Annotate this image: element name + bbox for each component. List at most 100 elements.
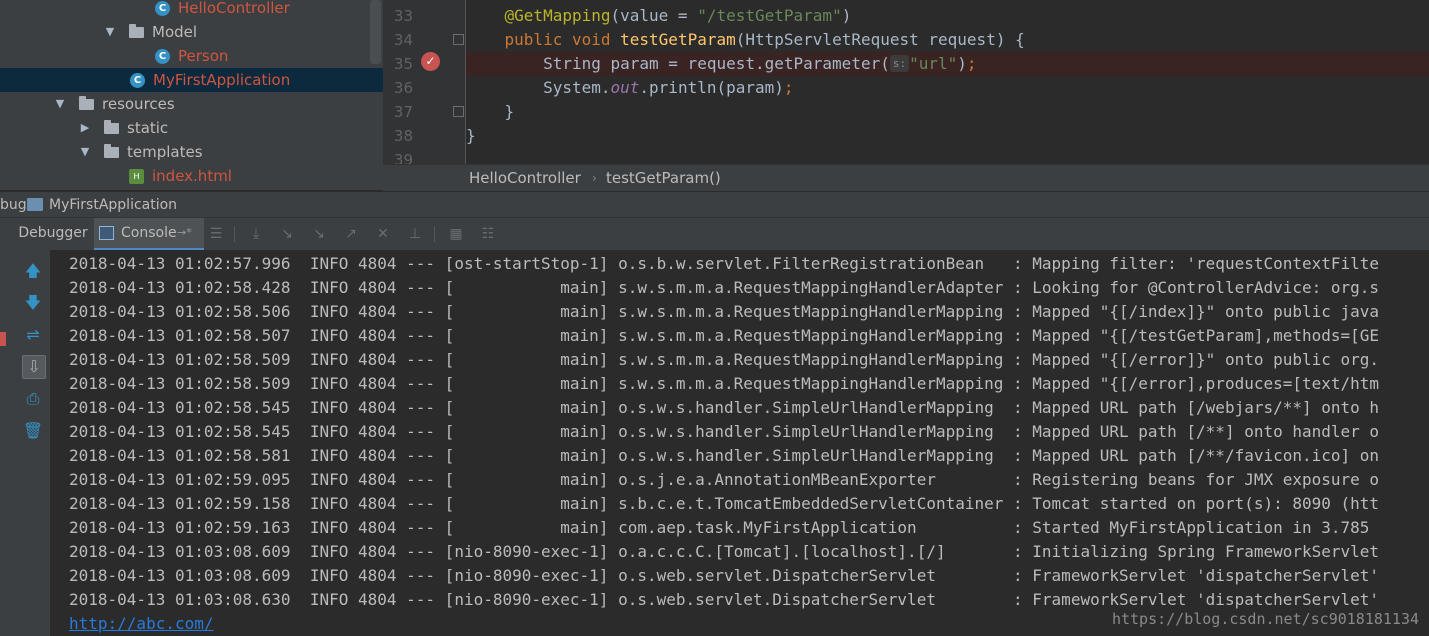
- tab-debugger[interactable]: Debugger: [14, 218, 92, 250]
- console-line: 2018-04-13 01:02:57.996 INFO 4804 --- [o…: [69, 254, 1380, 273]
- project-tree: C HelloController ▼ Model C Person C MyFirstApp…: [0, 0, 383, 190]
- editor-gutter: 33 34 35 36 37 38 39: [383, 0, 466, 169]
- line-number: 34: [393, 31, 413, 49]
- evaluate-expression-icon[interactable]: ▦: [447, 225, 465, 243]
- step-into-icon[interactable]: ↘: [278, 225, 296, 243]
- code-text: System.: [543, 78, 611, 97]
- up-arrow-icon[interactable]: 🡅: [22, 260, 44, 282]
- code-line-36: System.out.println(param);: [466, 76, 1429, 100]
- scroll-to-end-icon[interactable]: ⇩: [22, 355, 46, 379]
- tree-item-label: templates: [127, 143, 203, 161]
- line-number: 33: [393, 7, 413, 25]
- code-line-34: public void testGetParam(HttpServletRequ…: [466, 28, 1429, 52]
- fold-toggle-icon[interactable]: [453, 34, 464, 45]
- annotation: @GetMapping: [504, 6, 611, 25]
- line-number: 37: [393, 103, 413, 121]
- folder-icon: [79, 96, 94, 110]
- breadcrumb-class[interactable]: HelloController: [469, 165, 581, 191]
- tree-scrollbar[interactable]: [370, 0, 381, 64]
- debug-toolbar: Debugger Console →* ☰ ⤓ ↘ ↘ ↗ ✕ ⊥ ▦ ☷: [0, 217, 1429, 251]
- code-line-33: @GetMapping(value = "/testGetParam"): [466, 4, 1429, 28]
- breakpoint-check-icon[interactable]: ✓: [421, 52, 440, 71]
- drop-frame-icon[interactable]: ✕: [374, 225, 392, 243]
- string-literal: "/testGetParam": [697, 6, 842, 25]
- console-icon: [99, 226, 114, 240]
- tree-item[interactable]: ▼ Model: [0, 20, 383, 44]
- console-line: 2018-04-13 01:02:58.506 INFO 4804 --- [ …: [69, 302, 1380, 321]
- semicolon: ;: [783, 78, 794, 97]
- tree-item[interactable]: C MyFirstApplication: [0, 68, 383, 92]
- class-icon: C: [130, 73, 145, 88]
- expand-down-icon[interactable]: ▼: [104, 20, 116, 44]
- tab-console[interactable]: Console →*: [94, 218, 204, 250]
- code-text: String param = request.getParameter(: [543, 54, 890, 73]
- run-config-name[interactable]: MyFirstApplication: [49, 192, 177, 218]
- folder-icon: [104, 144, 119, 158]
- tree-item-label: index.html: [152, 167, 232, 185]
- console-line: 2018-04-13 01:02:58.507 INFO 4804 --- [ …: [69, 326, 1380, 345]
- tree-item[interactable]: ▼ resources: [0, 92, 383, 116]
- down-arrow-icon[interactable]: 🡇: [22, 292, 44, 314]
- code-text: }: [466, 126, 476, 145]
- line-number: 35: [393, 55, 413, 73]
- static-field: out: [610, 78, 640, 97]
- fold-toggle-icon[interactable]: [453, 106, 464, 117]
- watermark: https://blog.csdn.net/sc9018181134: [1111, 610, 1419, 628]
- expand-down-icon[interactable]: ▼: [79, 140, 91, 164]
- breadcrumb-method[interactable]: testGetParam(): [606, 165, 721, 191]
- expand-down-icon[interactable]: ▼: [54, 92, 66, 116]
- tree-item[interactable]: ▼ templates: [0, 140, 383, 164]
- debug-title-label: bug: [0, 197, 27, 213]
- tree-item-label: static: [127, 119, 169, 137]
- tree-item[interactable]: C Person: [0, 44, 383, 68]
- tree-item[interactable]: Hindex.html: [0, 164, 383, 188]
- soft-wrap-icon[interactable]: ⇌: [22, 324, 44, 346]
- trash-icon[interactable]: 🗑: [22, 420, 44, 442]
- console-line: 2018-04-13 01:02:59.095 INFO 4804 --- [ …: [69, 470, 1380, 489]
- code-text: }: [504, 102, 515, 121]
- method-name: testGetParam: [620, 30, 736, 49]
- run-to-cursor-icon[interactable]: ⊥: [406, 225, 424, 243]
- tree-item[interactable]: ▶ static: [0, 116, 383, 140]
- parameter-hint: s:: [889, 55, 910, 72]
- code-text: .println(param): [639, 78, 784, 97]
- html-file-icon: H: [129, 169, 144, 184]
- code-line-38: }: [466, 124, 1429, 148]
- expand-right-icon[interactable]: ▶: [79, 116, 91, 140]
- class-icon: C: [155, 1, 170, 16]
- class-icon: C: [155, 49, 170, 64]
- show-execution-point-icon[interactable]: ☰: [207, 225, 225, 243]
- code-text: (value =: [610, 6, 698, 25]
- step-over-icon[interactable]: ⤓: [247, 225, 265, 243]
- semicolon: ;: [966, 54, 977, 73]
- console-line: 2018-04-13 01:02:58.581 INFO 4804 --- [ …: [69, 446, 1380, 465]
- code-text: ): [841, 6, 852, 25]
- step-out-icon[interactable]: ↗: [342, 225, 360, 243]
- console-line: 2018-04-13 01:03:08.609 INFO 4804 --- [n…: [69, 566, 1380, 585]
- console-actions: 🡅 🡇 ⇌ ⇩ ⎙ 🗑: [16, 250, 51, 636]
- code-editor[interactable]: @GetMapping(value = "/testGetParam") pub…: [466, 0, 1429, 164]
- run-config-icon: [27, 198, 43, 211]
- console-link[interactable]: http://abc.com/: [69, 612, 214, 636]
- line-number: 36: [393, 79, 413, 97]
- console-line: 2018-04-13 01:02:58.509 INFO 4804 --- [ …: [69, 350, 1380, 369]
- tree-item-label: Person: [178, 47, 229, 65]
- console-line: 2018-04-13 01:02:58.509 INFO 4804 --- [ …: [69, 374, 1380, 393]
- tree-item-label: Model: [152, 23, 198, 41]
- console-output[interactable]: 2018-04-13 01:02:57.996 INFO 4804 --- [o…: [51, 250, 1429, 636]
- string-literal: "url": [909, 54, 958, 73]
- code-line-37: }: [466, 100, 1429, 124]
- pin-tab-icon[interactable]: →*: [177, 218, 192, 248]
- force-step-into-icon[interactable]: ↘: [310, 225, 328, 243]
- trace-stream-icon[interactable]: ☷: [479, 225, 497, 243]
- print-icon[interactable]: ⎙: [22, 388, 44, 410]
- tree-item[interactable]: C HelloController: [0, 0, 383, 20]
- toolbar-separator: [234, 226, 235, 242]
- breadcrumb: HelloController › testGetParam(): [383, 164, 1429, 191]
- keyword: public: [504, 30, 572, 49]
- console-line: 2018-04-13 01:02:58.545 INFO 4804 --- [ …: [69, 422, 1380, 441]
- stop-marker-icon[interactable]: [0, 332, 6, 346]
- toolbar-separator: [434, 226, 435, 242]
- console-line: 2018-04-13 01:02:59.163 INFO 4804 --- [ …: [69, 518, 1380, 537]
- tree-item-label: MyFirstApplication: [153, 71, 291, 89]
